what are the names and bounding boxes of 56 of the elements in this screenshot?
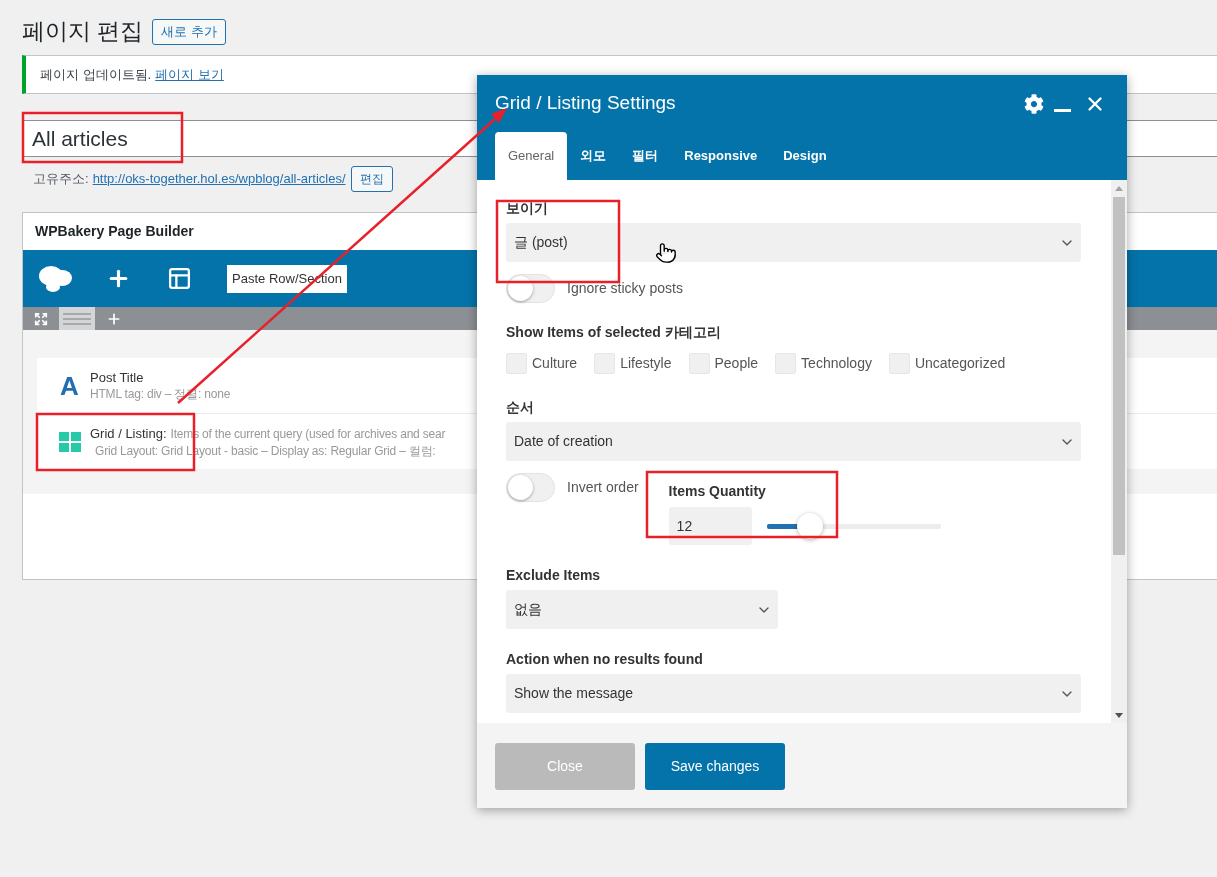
- checkbox[interactable]: [688, 353, 710, 374]
- field-label: Items Quantity: [668, 483, 767, 499]
- toggle-switch[interactable]: [506, 274, 555, 303]
- toggle-label: Invert order: [567, 478, 639, 497]
- toggle-switch[interactable]: [506, 473, 555, 502]
- toggle-label: Ignore sticky posts: [567, 279, 683, 298]
- select-field[interactable]: 글 (post): [506, 223, 1081, 262]
- slider-thumb[interactable]: [797, 513, 824, 539]
- scrollbar[interactable]: [1111, 180, 1127, 723]
- tab[interactable]: General: [495, 132, 568, 180]
- checkbox-label: Lifestyle: [620, 354, 672, 373]
- tab[interactable]: Design: [770, 132, 840, 180]
- checkbox-label: Technology: [801, 354, 872, 373]
- checkbox[interactable]: [594, 353, 616, 374]
- field-label: 보이기: [506, 200, 549, 216]
- edit-permalink-button[interactable]: 편집: [350, 165, 393, 192]
- quantity-input[interactable]: 12: [668, 507, 752, 545]
- add-new-button[interactable]: 새로 추가: [152, 18, 226, 45]
- builder-title: WPBakery Page Builder: [35, 222, 194, 241]
- scroll-down-icon[interactable]: [1115, 713, 1123, 718]
- checkbox-label: People: [714, 354, 759, 373]
- menu-icon[interactable]: [59, 307, 95, 330]
- checkbox-label: Culture: [532, 354, 578, 373]
- element-name: Grid / Listing:: [90, 424, 167, 442]
- field-label: Show Items of selected 카테고리: [506, 324, 722, 340]
- settings-icon[interactable]: [1024, 93, 1044, 114]
- scroll-up-icon[interactable]: [1115, 186, 1123, 191]
- select-field[interactable]: Show the message: [506, 674, 1081, 713]
- grid-icon: [58, 431, 81, 452]
- dialog-title: Grid / Listing Settings: [495, 91, 676, 116]
- select-field[interactable]: Date of creation: [506, 422, 1081, 461]
- checkbox[interactable]: [775, 353, 797, 374]
- cloud-logo-icon[interactable]: [38, 264, 72, 293]
- field-label: 순서: [506, 399, 535, 415]
- save-button[interactable]: Save changes: [645, 743, 785, 790]
- view-page-link[interactable]: 페이지 보기: [155, 64, 224, 85]
- hand-cursor-icon: [655, 242, 677, 264]
- tab[interactable]: 외모: [567, 132, 620, 180]
- checkbox[interactable]: [506, 353, 527, 374]
- tab[interactable]: 필터: [619, 132, 672, 180]
- checkbox[interactable]: [888, 353, 910, 374]
- quantity-slider[interactable]: [766, 513, 941, 539]
- expand-icon[interactable]: [34, 311, 48, 326]
- permalink-url[interactable]: http://oks-together.hol.es/wpblog/all-articles/: [92, 168, 346, 189]
- layout-icon[interactable]: [167, 266, 192, 291]
- field-label: Action when no results found: [506, 651, 704, 667]
- checkbox-label: Uncategorized: [914, 354, 1006, 373]
- permalink-label: 고유주소:: [33, 169, 89, 188]
- select-field[interactable]: 없음: [506, 590, 778, 629]
- letter-icon: A: [59, 372, 80, 399]
- field-label: Exclude Items: [506, 567, 602, 583]
- notice-message: 페이지 업데이트됨.: [40, 65, 152, 84]
- page-heading: 페이지 편집: [22, 19, 144, 44]
- scrollbar-thumb[interactable]: [1113, 197, 1125, 555]
- tab[interactable]: Responsive: [671, 132, 771, 180]
- element-name: Post Title: [90, 369, 145, 386]
